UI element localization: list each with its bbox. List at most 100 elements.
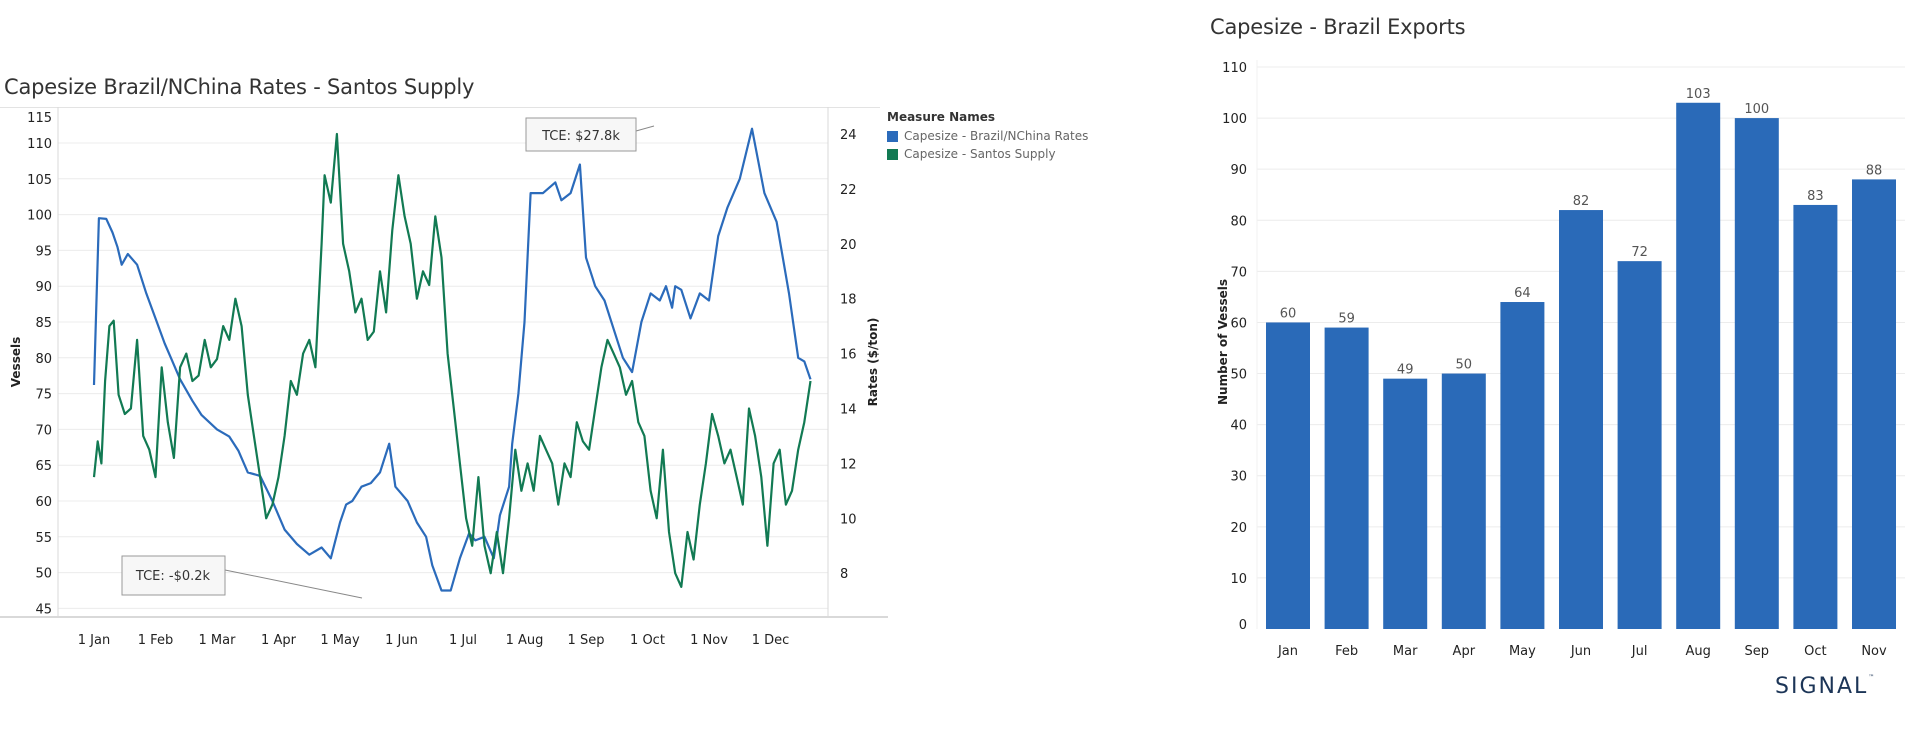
right-axis-tick-label: 20 <box>840 238 857 253</box>
right-axis-title: Rates ($/ton) <box>866 318 880 407</box>
bar-nov <box>1852 179 1896 629</box>
right-axis-tick-label: 14 <box>840 403 857 418</box>
left-axis-tick-label: 90 <box>35 280 52 295</box>
bar-y-axis-title: Number of Vessels <box>1216 279 1230 405</box>
left-axis-tick-label: 95 <box>35 244 52 259</box>
bar-x-tick-label: Mar <box>1393 644 1418 659</box>
x-axis-tick-label: 1 Apr <box>261 633 297 648</box>
x-axis-tick-label: 1 Jan <box>78 633 110 648</box>
bar-y-tick-label: 40 <box>1230 419 1247 434</box>
bar-y-tick-label: 100 <box>1222 112 1247 127</box>
annotation-text-high: TCE: $27.8k <box>541 129 620 144</box>
bar-aug <box>1676 102 1721 630</box>
annotation-text-low: TCE: -$0.2k <box>135 569 211 584</box>
bar-x-tick-label: May <box>1509 644 1536 659</box>
right-axis-tick-label: 8 <box>840 567 848 582</box>
bar-oct <box>1793 204 1838 630</box>
legend-swatch-green <box>887 148 898 160</box>
legend-item-rates[interactable]: Capesize - Brazil/NChina Rates <box>887 127 1088 145</box>
bar-y-tick-label: 0 <box>1239 618 1247 633</box>
right-axis-tick-label: 22 <box>840 183 857 198</box>
right-axis-tick-label: 16 <box>840 348 857 363</box>
legend: Measure Names Capesize - Brazil/NChina R… <box>887 110 1088 163</box>
legend-title: Measure Names <box>887 110 996 124</box>
bar-x-tick-label: Jan <box>1277 644 1298 659</box>
legend-label-supply: Capesize - Santos Supply <box>904 147 1056 161</box>
bar-value-label: 49 <box>1397 363 1414 378</box>
left-axis-tick-label: 45 <box>35 602 52 617</box>
x-axis-tick-label: 1 Nov <box>690 633 728 648</box>
legend-swatch-blue <box>887 130 898 142</box>
bar-apr <box>1441 373 1486 629</box>
bar-value-label: 103 <box>1686 87 1711 102</box>
bar-y-tick-label: 110 <box>1222 61 1247 76</box>
left-axis-title: Vessels <box>9 337 23 387</box>
left-axis-tick-label: 110 <box>27 137 52 152</box>
bar-x-tick-label: Jun <box>1570 644 1591 659</box>
left-axis-tick-label: 100 <box>27 209 52 224</box>
x-axis-tick-label: 1 Jul <box>449 633 477 648</box>
left-axis-tick-label: 65 <box>35 459 52 474</box>
right-axis-tick-label: 10 <box>840 512 857 527</box>
bar-value-label: 50 <box>1456 358 1473 373</box>
logo-text: SIGNAL <box>1775 674 1869 699</box>
x-axis-tick-label: 1 Aug <box>506 633 544 648</box>
bar-value-label: 59 <box>1338 312 1355 327</box>
bar-jul <box>1617 261 1662 629</box>
left-axis-tick-label: 75 <box>35 388 52 403</box>
line-chart-top-border <box>0 107 880 108</box>
bar-y-tick-label: 80 <box>1230 214 1247 229</box>
left-axis-tick-label: 115 <box>27 111 52 126</box>
bar-x-tick-label: Sep <box>1745 644 1770 659</box>
bar-value-label: 64 <box>1514 286 1531 301</box>
series-line-supply <box>92 132 812 589</box>
bar-may <box>1500 302 1545 629</box>
x-axis-tick-label: 1 Sep <box>568 633 605 648</box>
x-axis-tick-label: 1 Mar <box>199 633 237 648</box>
legend-label-rates: Capesize - Brazil/NChina Rates <box>904 129 1089 143</box>
left-axis-tick-label: 50 <box>35 567 52 582</box>
bar-value-label: 100 <box>1744 102 1769 117</box>
bar-jun <box>1559 210 1603 629</box>
x-axis-tick-label: 1 Oct <box>630 633 665 648</box>
bar-x-tick-label: Aug <box>1686 644 1711 659</box>
bar-y-tick-label: 70 <box>1230 265 1247 280</box>
bar-jan <box>1266 322 1310 629</box>
logo-tm: ™ <box>1868 674 1875 681</box>
x-axis-tick-label: 1 Dec <box>752 633 790 648</box>
bar-y-tick-label: 60 <box>1230 316 1247 331</box>
annotation-leader-line <box>224 569 363 599</box>
bar-value-label: 72 <box>1631 245 1648 260</box>
bar-value-label: 83 <box>1807 189 1824 204</box>
annotation-leader-line <box>635 125 655 132</box>
bar-value-label: 82 <box>1573 194 1590 209</box>
bar-y-tick-label: 50 <box>1230 368 1247 383</box>
left-axis-tick-label: 55 <box>35 531 52 546</box>
bar-y-tick-label: 30 <box>1230 470 1247 485</box>
bar-y-tick-label: 20 <box>1230 521 1247 536</box>
right-axis-tick-label: 24 <box>840 128 857 143</box>
left-axis-tick-label: 85 <box>35 316 52 331</box>
signal-logo: SIGNAL™ <box>1775 674 1874 699</box>
bar-y-tick-label: 10 <box>1230 572 1247 587</box>
bar-mar <box>1383 378 1428 629</box>
left-axis-tick-label: 70 <box>35 423 52 438</box>
x-axis-tick-label: 1 May <box>320 633 360 648</box>
bar-value-label: 88 <box>1866 163 1883 178</box>
left-axis-tick-label: 60 <box>35 495 52 510</box>
legend-item-supply[interactable]: Capesize - Santos Supply <box>887 145 1088 163</box>
bar-x-tick-label: Oct <box>1804 644 1826 659</box>
x-axis-tick-label: 1 Feb <box>138 633 173 648</box>
left-axis-tick-label: 105 <box>27 173 52 188</box>
bar-x-tick-label: Feb <box>1335 644 1358 659</box>
bar-x-tick-label: Nov <box>1861 644 1887 659</box>
bar-value-label: 60 <box>1280 306 1297 321</box>
bar-x-tick-label: Jul <box>1631 644 1648 659</box>
right-axis-tick-label: 18 <box>840 293 857 308</box>
bar-x-tick-label: Apr <box>1453 644 1476 659</box>
bar-sep <box>1734 118 1779 629</box>
bar-y-tick-label: 90 <box>1230 163 1247 178</box>
bar-feb <box>1324 327 1369 629</box>
left-axis-tick-label: 80 <box>35 352 52 367</box>
x-axis-tick-label: 1 Jun <box>385 633 418 648</box>
